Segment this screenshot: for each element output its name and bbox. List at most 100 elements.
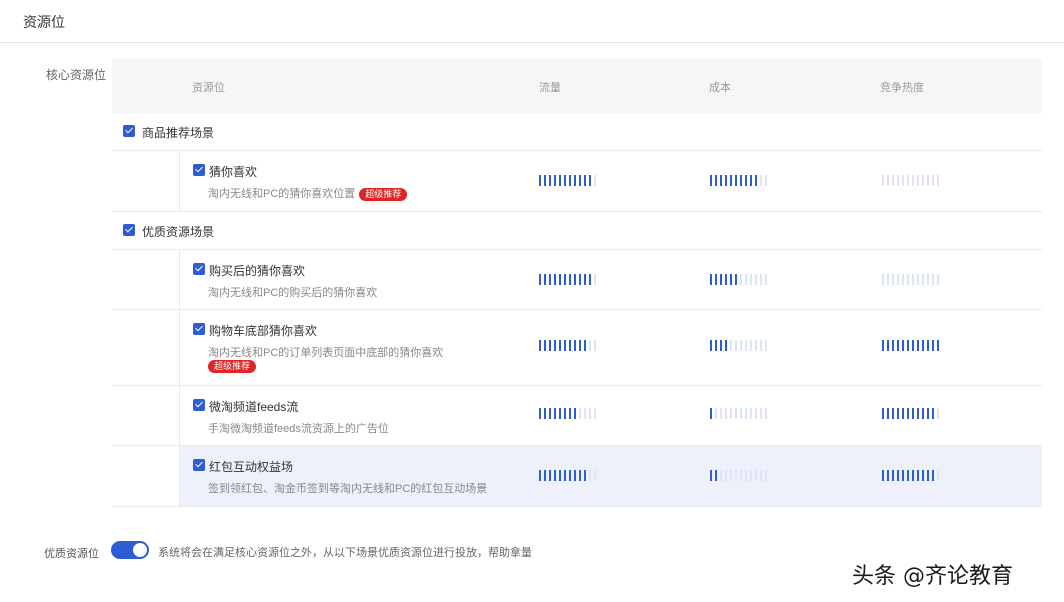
meter-tick [574, 470, 576, 481]
meter-tick [710, 470, 712, 481]
meter-tick [892, 340, 894, 351]
meter-tick [917, 408, 919, 419]
meter-tick [589, 274, 591, 285]
item-checkbox[interactable] [193, 263, 205, 275]
table-header: 资源位 流量 成本 竞争热度 [112, 58, 1042, 113]
item-desc: 淘内无线和PC的购买后的猜你喜欢 [208, 287, 378, 299]
traffic-meter [539, 175, 596, 186]
item-checkbox[interactable] [193, 459, 205, 471]
meter-tick [589, 408, 591, 419]
quality-slots-toggle[interactable] [111, 541, 149, 559]
meter-tick [584, 340, 586, 351]
meter-tick [922, 175, 924, 186]
item-checkbox[interactable] [193, 164, 205, 176]
header-competition: 竞争热度 [880, 82, 924, 94]
meter-tick [730, 340, 732, 351]
header-cost: 成本 [709, 82, 731, 94]
item-title: 红包互动权益场 [209, 460, 294, 474]
meter-tick [735, 175, 737, 186]
meter-tick [887, 175, 889, 186]
meter-tick [710, 274, 712, 285]
cost-meter [710, 175, 767, 186]
page-header: 资源位 [0, 0, 1064, 43]
meter-tick [927, 175, 929, 186]
traffic-meter [539, 408, 596, 419]
meter-tick [564, 470, 566, 481]
item-checkbox[interactable] [193, 323, 205, 335]
meter-tick [720, 274, 722, 285]
meter-tick [882, 175, 884, 186]
meter-tick [539, 175, 541, 186]
meter-tick [574, 274, 576, 285]
meter-tick [912, 408, 914, 419]
meter-tick [730, 175, 732, 186]
meter-tick [564, 274, 566, 285]
meter-tick [589, 175, 591, 186]
meter-tick [932, 408, 934, 419]
meter-tick [927, 340, 929, 351]
meter-tick [917, 175, 919, 186]
meter-tick [569, 340, 571, 351]
meter-tick [937, 274, 939, 285]
meter-tick [715, 274, 717, 285]
meter-tick [554, 408, 556, 419]
watermark: 头条 @齐论教育 [852, 564, 1013, 589]
quality-slots-desc: 系统将会在满足核心资源位之外，从以下场景优质资源位进行投放，帮助拿量 [158, 547, 532, 559]
meter-tick [892, 470, 894, 481]
meter-tick [715, 408, 717, 419]
meter-tick [720, 408, 722, 419]
meter-tick [897, 340, 899, 351]
meter-tick [584, 408, 586, 419]
meter-tick [715, 470, 717, 481]
cost-meter [710, 274, 767, 285]
meter-tick [564, 340, 566, 351]
meter-tick [549, 175, 551, 186]
meter-tick [892, 175, 894, 186]
meter-tick [760, 408, 762, 419]
meter-tick [902, 470, 904, 481]
competition-meter [882, 274, 939, 285]
item-desc: 签到领红包、淘金币签到等淘内无线和PC的红包互动场景 [208, 483, 488, 495]
meter-tick [892, 408, 894, 419]
meter-tick [922, 408, 924, 419]
table-row: 微淘频道feeds流 手淘微淘频道feeds流资源上的广告位 [112, 386, 1042, 446]
meter-tick [897, 408, 899, 419]
core-slots-label: 核心资源位 [46, 68, 107, 82]
meter-tick [937, 340, 939, 351]
meter-tick [892, 274, 894, 285]
group-checkbox[interactable] [123, 224, 135, 236]
meter-tick [710, 340, 712, 351]
meter-tick [569, 470, 571, 481]
meter-tick [735, 408, 737, 419]
meter-tick [554, 175, 556, 186]
meter-tick [725, 274, 727, 285]
meter-tick [539, 408, 541, 419]
promo-tag: 超级推荐 [208, 360, 257, 373]
meter-tick [549, 340, 551, 351]
meter-tick [760, 175, 762, 186]
meter-tick [720, 470, 722, 481]
meter-tick [927, 274, 929, 285]
meter-tick [549, 408, 551, 419]
meter-tick [755, 340, 757, 351]
group-checkbox[interactable] [123, 125, 135, 137]
meter-tick [544, 274, 546, 285]
meter-tick [594, 175, 596, 186]
meter-tick [912, 175, 914, 186]
item-desc: 淘内无线和PC的猜你喜欢位置 超级推荐 [208, 185, 408, 201]
meter-tick [740, 340, 742, 351]
meter-tick [750, 470, 752, 481]
item-checkbox[interactable] [193, 399, 205, 411]
item-title: 微淘频道feeds流 [209, 400, 299, 414]
meter-tick [897, 175, 899, 186]
meter-tick [907, 175, 909, 186]
meter-tick [745, 470, 747, 481]
meter-tick [569, 175, 571, 186]
item-title: 购物车底部猜你喜欢 [209, 324, 318, 338]
meter-tick [559, 340, 561, 351]
meter-tick [902, 340, 904, 351]
meter-tick [720, 175, 722, 186]
meter-tick [887, 470, 889, 481]
meter-tick [710, 175, 712, 186]
meter-tick [922, 340, 924, 351]
